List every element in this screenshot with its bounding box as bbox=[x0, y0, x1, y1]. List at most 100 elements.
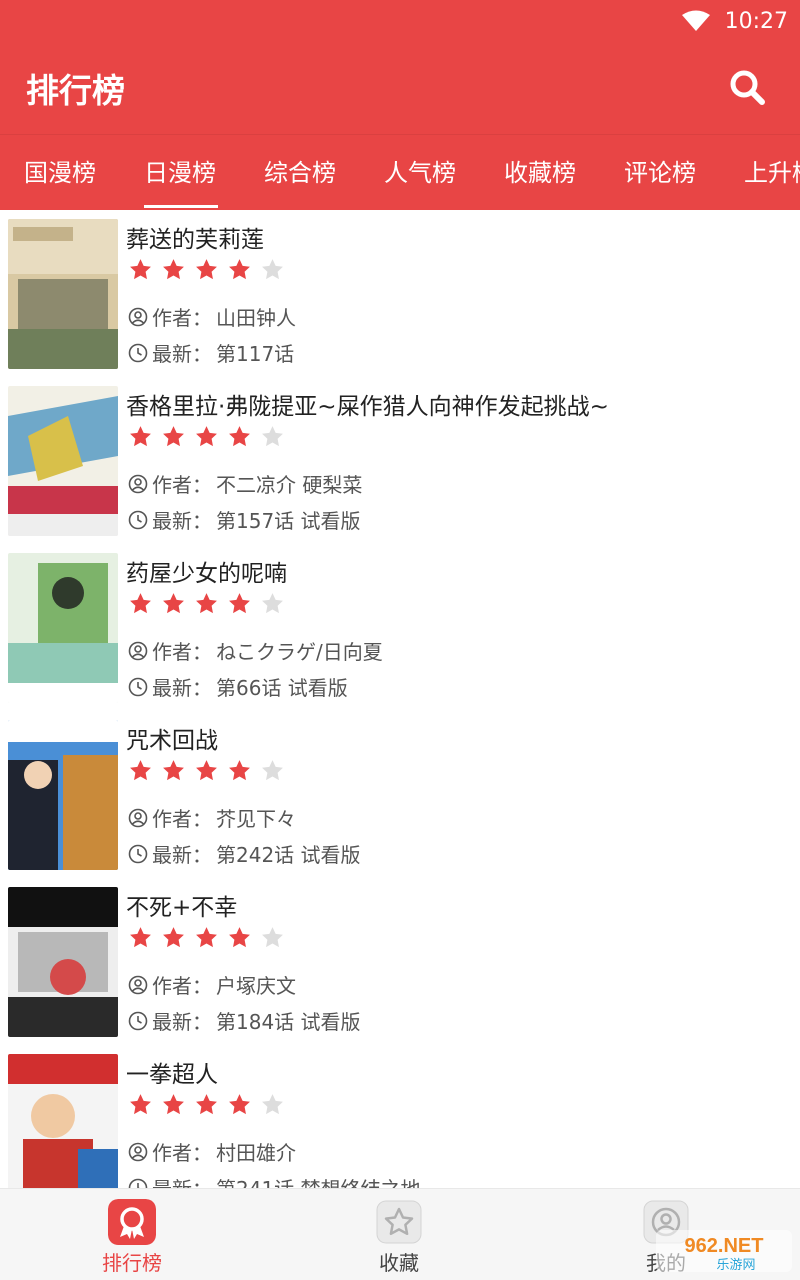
comic-author: 作者： 芥见下々 bbox=[128, 803, 296, 832]
comic-title[interactable]: 不死+不幸 bbox=[126, 888, 237, 922]
search-button[interactable] bbox=[724, 64, 770, 110]
list-item[interactable]: 一拳超人 作者：村田雄介 最新： 第241话 梦想终结之地 bbox=[0, 1045, 800, 1188]
star-filled-icon bbox=[229, 259, 250, 280]
comic-cover[interactable] bbox=[8, 553, 118, 703]
active-tab-indicator bbox=[144, 205, 218, 208]
latest-label: 最新： bbox=[152, 509, 212, 533]
star-filled-icon bbox=[229, 593, 250, 614]
comic-cover[interactable] bbox=[8, 1054, 118, 1188]
clock-icon bbox=[128, 510, 148, 529]
comic-latest: 最新： 第242话 试看版 bbox=[128, 839, 361, 868]
star-filled-icon bbox=[163, 1094, 184, 1115]
clock-icon bbox=[128, 844, 148, 863]
comic-latest: 最新： 第66话 试看版 bbox=[128, 672, 348, 701]
watermark-subtext: 乐游网 bbox=[716, 1258, 755, 1273]
star-filled-icon bbox=[130, 426, 151, 447]
author-label: 作者： bbox=[152, 807, 212, 831]
list-item[interactable]: 香格里拉·弗陇提亚~屎作猎人向神作发起挑战~ 作者： 不二凉介 硬梨菜 最新： 第1… bbox=[0, 377, 800, 544]
author-label: 作者： bbox=[152, 473, 212, 497]
comic-latest: 最新： 第117话 bbox=[128, 338, 294, 367]
star-filled-icon bbox=[130, 259, 151, 280]
author-name: 山田钟人 bbox=[216, 306, 296, 330]
comic-author: 作者： ねこクラゲ/日向夏 bbox=[128, 636, 383, 665]
author-name: 不二凉介 硬梨菜 bbox=[216, 473, 363, 497]
nav-ranking[interactable]: 排行榜 bbox=[72, 1189, 192, 1280]
star-filled-icon bbox=[196, 1094, 217, 1115]
user-icon bbox=[128, 975, 148, 994]
user-icon bbox=[128, 307, 148, 326]
comic-list[interactable]: 葬送的芙莉莲 作者： 山田钟人 最新： 第117话 香格里拉·弗陇提亚~屎作猎人… bbox=[0, 210, 800, 1188]
tab-shangsheng[interactable]: 上升榜 bbox=[744, 135, 800, 210]
author-name: ねこクラゲ/日向夏 bbox=[216, 640, 383, 664]
star-filled-icon bbox=[163, 259, 184, 280]
star-filled-icon bbox=[196, 760, 217, 781]
comic-title[interactable]: 药屋少女的呢喃 bbox=[126, 554, 287, 588]
star-filled-icon bbox=[163, 426, 184, 447]
rating-stars bbox=[128, 591, 285, 616]
star-empty-icon bbox=[262, 593, 283, 614]
star-filled-icon bbox=[130, 927, 151, 948]
author-name: 户塚庆文 bbox=[216, 974, 296, 998]
tab-guoman[interactable]: 国漫榜 bbox=[24, 135, 96, 210]
star-filled-icon bbox=[130, 760, 151, 781]
comic-title[interactable]: 葬送的芙莉莲 bbox=[126, 220, 264, 254]
latest-chapter: 第117话 bbox=[216, 342, 295, 366]
ranking-tabs: 国漫榜 日漫榜 综合榜 人气榜 收藏榜 评论榜 上升榜 bbox=[0, 134, 800, 210]
latest-chapter: 第241话 梦想终结之地 bbox=[216, 1173, 421, 1188]
star-filled-icon bbox=[196, 593, 217, 614]
wifi-icon bbox=[681, 10, 710, 31]
author-name: 村田雄介 bbox=[216, 1141, 296, 1165]
comic-cover[interactable] bbox=[8, 720, 118, 870]
site-watermark: 962.NET 乐游网 bbox=[656, 1228, 792, 1274]
list-item[interactable]: 不死+不幸 作者： 户塚庆文 最新： 第184话 试看版 bbox=[0, 878, 800, 1045]
star-filled-icon bbox=[229, 426, 250, 447]
tab-pinglun[interactable]: 评论榜 bbox=[624, 135, 696, 210]
comic-cover[interactable] bbox=[8, 219, 118, 369]
star-empty-icon bbox=[262, 259, 283, 280]
rating-stars bbox=[128, 424, 285, 449]
status-time: 10:27 bbox=[724, 8, 788, 34]
list-item[interactable]: 咒术回战 作者： 芥见下々 最新： 第242话 试看版 bbox=[0, 711, 800, 878]
latest-label: 最新： bbox=[152, 1010, 212, 1034]
comic-title[interactable]: 一拳超人 bbox=[126, 1055, 218, 1089]
star-filled-icon bbox=[196, 259, 217, 280]
latest-label: 最新： bbox=[152, 843, 212, 867]
star-filled-icon bbox=[163, 593, 184, 614]
tab-zonghe[interactable]: 综合榜 bbox=[264, 135, 336, 210]
latest-chapter: 第66话 试看版 bbox=[216, 676, 348, 700]
nav-favorites-label: 收藏 bbox=[379, 1251, 419, 1275]
app-header: 10:27 排行榜 国漫榜 日漫榜 综合榜 人气榜 收藏榜 评论榜 上升榜 bbox=[0, 0, 800, 210]
tab-riman[interactable]: 日漫榜 bbox=[144, 135, 216, 210]
latest-chapter: 第242话 试看版 bbox=[216, 843, 361, 867]
latest-label: 最新： bbox=[152, 676, 212, 700]
comic-title[interactable]: 香格里拉·弗陇提亚~屎作猎人向神作发起挑战~ bbox=[126, 387, 609, 421]
star-empty-icon bbox=[262, 426, 283, 447]
rating-stars bbox=[128, 1092, 285, 1117]
author-label: 作者： bbox=[152, 640, 212, 664]
tab-shoucang[interactable]: 收藏榜 bbox=[504, 135, 576, 210]
list-item[interactable]: 药屋少女的呢喃 作者： ねこクラゲ/日向夏 最新： 第66话 试看版 bbox=[0, 544, 800, 711]
comic-cover[interactable] bbox=[8, 386, 118, 536]
ranking-icon bbox=[108, 1199, 156, 1245]
user-icon bbox=[128, 641, 148, 660]
user-icon bbox=[128, 808, 148, 827]
star-empty-icon bbox=[262, 927, 283, 948]
search-icon bbox=[730, 70, 765, 105]
star-empty-icon bbox=[262, 760, 283, 781]
star-empty-icon bbox=[262, 1094, 283, 1115]
nav-favorites[interactable]: 收藏 bbox=[339, 1189, 459, 1280]
comic-title[interactable]: 咒术回战 bbox=[126, 721, 218, 755]
author-label: 作者： bbox=[152, 1141, 212, 1165]
latest-chapter: 第157话 试看版 bbox=[216, 509, 361, 533]
clock-icon bbox=[128, 1178, 148, 1188]
star-icon bbox=[376, 1200, 422, 1244]
rating-stars bbox=[128, 925, 285, 950]
list-item[interactable]: 葬送的芙莉莲 作者： 山田钟人 最新： 第117话 bbox=[0, 210, 800, 377]
author-name: 芥见下々 bbox=[216, 807, 296, 831]
comic-cover[interactable] bbox=[8, 887, 118, 1037]
tab-renqi[interactable]: 人气榜 bbox=[384, 135, 456, 210]
star-filled-icon bbox=[130, 593, 151, 614]
watermark-text: 962.NET bbox=[685, 1235, 764, 1257]
star-filled-icon bbox=[163, 927, 184, 948]
latest-label: 最新： bbox=[152, 342, 212, 366]
